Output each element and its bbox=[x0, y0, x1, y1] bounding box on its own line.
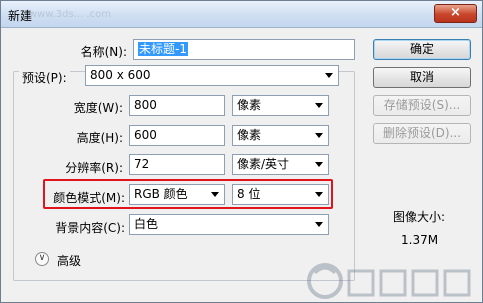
close-icon: × bbox=[450, 5, 461, 20]
bit-depth-select[interactable]: 8 位 bbox=[232, 184, 329, 205]
name-value: 未标题-1 bbox=[138, 42, 188, 56]
color-mode-select[interactable]: RGB 颜色 bbox=[129, 184, 225, 205]
cancel-button[interactable]: 取消 bbox=[373, 67, 471, 88]
chevron-down-icon bbox=[315, 162, 323, 167]
preset-value: 800 x 600 bbox=[90, 68, 151, 82]
close-button[interactable]: × bbox=[434, 4, 477, 23]
save-preset-button[interactable]: 存储预设(S)... bbox=[373, 95, 471, 116]
background-select[interactable]: 白色 bbox=[129, 214, 329, 235]
preset-label: 预设(P): bbox=[19, 69, 70, 86]
watermark-logo bbox=[307, 263, 471, 299]
color-mode-value: RGB 颜色 bbox=[134, 187, 188, 201]
image-size-label: 图像大小: bbox=[393, 210, 446, 224]
new-document-dialog: 新建 www.3ds... .com × 名称(N): 未标题-1 预设(P):… bbox=[0, 0, 483, 303]
height-value: 600 bbox=[134, 128, 157, 142]
background-label: 背景内容(C): bbox=[55, 221, 125, 235]
color-mode-label: 颜色模式(M): bbox=[53, 191, 125, 205]
chevron-down-icon bbox=[211, 192, 219, 197]
chevron-down-icon bbox=[315, 103, 323, 108]
title-bar[interactable]: 新建 www.3ds... .com × bbox=[1, 1, 482, 28]
resolution-value: 72 bbox=[134, 157, 150, 171]
height-unit-select[interactable]: 像素 bbox=[232, 125, 329, 146]
delete-preset-button[interactable]: 删除预设(D)... bbox=[373, 123, 471, 144]
watermark-text: www.3ds... .com bbox=[29, 9, 111, 20]
chevron-down-icon bbox=[325, 73, 333, 78]
resolution-unit-select[interactable]: 像素/英寸 bbox=[232, 154, 329, 175]
width-input[interactable]: 800 bbox=[129, 95, 225, 116]
width-value: 800 bbox=[134, 98, 157, 112]
height-unit-value: 像素 bbox=[237, 128, 262, 142]
chevron-down-icon bbox=[315, 133, 323, 138]
name-input[interactable]: 未标题-1 bbox=[133, 39, 355, 60]
name-label: 名称(N): bbox=[80, 45, 127, 59]
chevron-down-icon bbox=[315, 222, 323, 227]
height-label: 高度(H): bbox=[76, 131, 123, 145]
ok-button[interactable]: 确定 bbox=[373, 39, 471, 60]
width-label: 宽度(W): bbox=[73, 101, 123, 115]
resolution-unit-value: 像素/英寸 bbox=[237, 157, 290, 171]
width-unit-select[interactable]: 像素 bbox=[232, 95, 329, 116]
height-input[interactable]: 600 bbox=[129, 125, 225, 146]
width-unit-value: 像素 bbox=[237, 98, 262, 112]
background-value: 白色 bbox=[134, 217, 159, 231]
advanced-label[interactable]: 高级 bbox=[57, 252, 81, 269]
resolution-label: 分辨率(R): bbox=[65, 161, 123, 175]
preset-select[interactable]: 800 x 600 bbox=[85, 65, 339, 86]
expand-advanced-icon[interactable]: ∨ bbox=[35, 252, 49, 266]
image-size-value: 1.37M bbox=[401, 233, 439, 247]
resolution-input[interactable]: 72 bbox=[129, 154, 225, 175]
chevron-down-icon bbox=[315, 192, 323, 197]
bit-depth-value: 8 位 bbox=[237, 187, 261, 201]
